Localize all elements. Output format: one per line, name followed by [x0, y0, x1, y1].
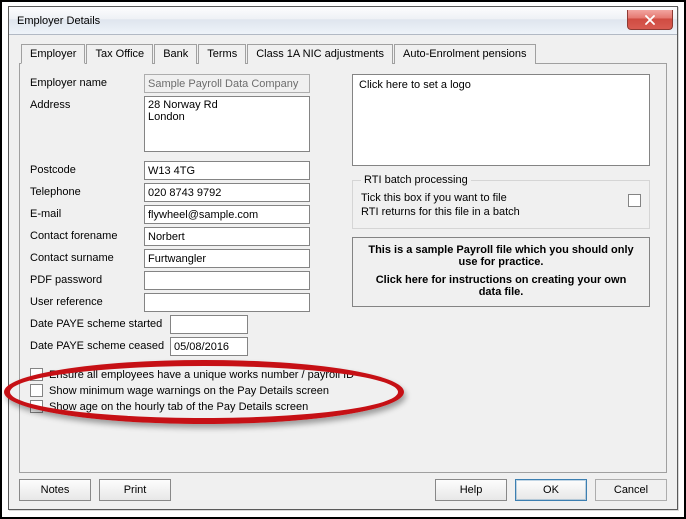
button-row: Notes Print Help OK Cancel — [19, 473, 667, 501]
rti-text-line2: RTI returns for this file in a batch — [361, 206, 520, 218]
pdf-password-field[interactable] — [144, 271, 310, 290]
label-contact-surname: Contact surname — [30, 249, 144, 264]
label-address: Address — [30, 96, 144, 111]
employer-name-field — [144, 74, 310, 93]
rti-group: RTI batch processing Tick this box if yo… — [352, 174, 650, 229]
user-reference-field[interactable] — [144, 293, 310, 312]
close-button[interactable] — [627, 10, 673, 30]
tab-panel-employer: Employer name Address Postcode Telephone — [19, 63, 667, 473]
chk-unique-works[interactable] — [30, 368, 43, 381]
info-line1: This is a sample Payroll file which you … — [368, 244, 633, 268]
contact-forename-field[interactable] — [144, 227, 310, 246]
rti-legend: RTI batch processing — [361, 174, 471, 186]
tab-auto-enrolment[interactable]: Auto-Enrolment pensions — [394, 44, 536, 64]
window-title: Employer Details — [17, 15, 627, 27]
label-paye-started: Date PAYE scheme started — [30, 315, 170, 330]
chk-show-age-label: Show age on the hourly tab of the Pay De… — [49, 401, 308, 413]
contact-surname-field[interactable] — [144, 249, 310, 268]
cancel-button[interactable]: Cancel — [595, 479, 667, 501]
tab-tax-office[interactable]: Tax Office — [86, 44, 153, 64]
tab-employer[interactable]: Employer — [21, 44, 85, 64]
label-email: E-mail — [30, 205, 144, 220]
logo-box[interactable]: Click here to set a logo — [352, 74, 650, 166]
tab-terms[interactable]: Terms — [198, 44, 246, 64]
titlebar: Employer Details — [9, 7, 677, 35]
label-telephone: Telephone — [30, 183, 144, 198]
tab-class-1a-nic[interactable]: Class 1A NIC adjustments — [247, 44, 393, 64]
address-field[interactable] — [144, 96, 310, 152]
label-employer-name: Employer name — [30, 74, 144, 89]
tab-strip: Employer Tax Office Bank Terms Class 1A … — [19, 43, 667, 63]
chk-unique-works-label: Ensure all employees have a unique works… — [49, 369, 354, 381]
label-paye-ceased: Date PAYE scheme ceased — [30, 337, 170, 352]
label-pdf-password: PDF password — [30, 271, 144, 286]
print-button[interactable]: Print — [99, 479, 171, 501]
close-icon — [644, 15, 656, 25]
paye-started-field[interactable] — [170, 315, 248, 334]
tab-bank[interactable]: Bank — [154, 44, 197, 64]
postcode-field[interactable] — [144, 161, 310, 180]
info-box: This is a sample Payroll file which you … — [352, 237, 650, 307]
notes-button[interactable]: Notes — [19, 479, 91, 501]
dialog-window: Employer Details Employer Tax Office Ban… — [8, 6, 678, 510]
telephone-field[interactable] — [144, 183, 310, 202]
logo-placeholder-text: Click here to set a logo — [359, 79, 471, 91]
label-user-reference: User reference — [30, 293, 144, 308]
chk-min-wage-label: Show minimum wage warnings on the Pay De… — [49, 385, 329, 397]
email-field[interactable] — [144, 205, 310, 224]
label-contact-forename: Contact forename — [30, 227, 144, 242]
help-button[interactable]: Help — [435, 479, 507, 501]
ok-button[interactable]: OK — [515, 479, 587, 501]
chk-min-wage[interactable] — [30, 384, 43, 397]
paye-ceased-field[interactable] — [170, 337, 248, 356]
chk-show-age[interactable] — [30, 400, 43, 413]
label-postcode: Postcode — [30, 161, 144, 176]
rti-text-line1: Tick this box if you want to file — [361, 192, 507, 204]
info-link[interactable]: Click here for instructions on creating … — [363, 274, 639, 298]
rti-checkbox[interactable] — [628, 194, 641, 207]
